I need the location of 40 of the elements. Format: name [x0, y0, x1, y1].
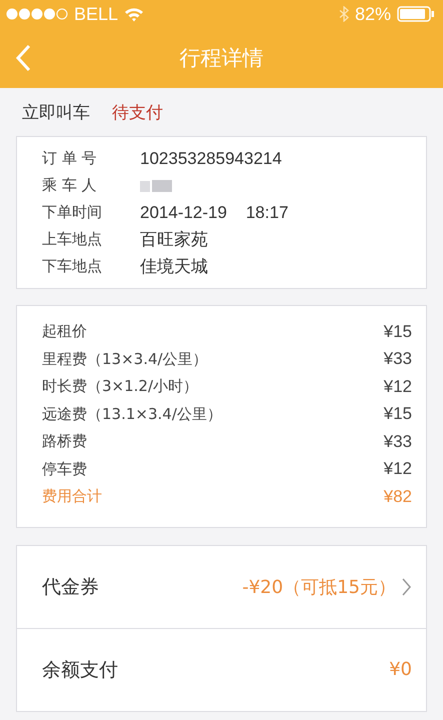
back-icon[interactable] [15, 44, 31, 72]
bluetooth-icon [338, 6, 349, 22]
info-value: 佳境天城 [140, 256, 208, 278]
info-label: 订 单 号 [42, 149, 98, 168]
fee-amount: ¥15 [384, 404, 412, 424]
fee-amount: ¥33 [384, 432, 412, 452]
fee-label: 停车费 [42, 460, 87, 479]
info-value: 百旺家苑 [140, 229, 208, 251]
fee-label: 费用合计 [42, 487, 102, 506]
info-label: 上车地点 [42, 230, 103, 249]
fee-amount: ¥12 [384, 376, 412, 397]
battery-icon [397, 6, 437, 22]
payment-row[interactable]: 代金券 -¥20（可抵15元） [17, 546, 426, 628]
info-label: 下单时间 [42, 203, 103, 222]
carrier-name: BELL [74, 4, 118, 24]
info-value: 102353285943214 [140, 148, 282, 168]
fee-label: 起租价 [42, 322, 87, 342]
order-status: 待支付 [112, 102, 163, 124]
fee-label: 路桥费 [42, 432, 87, 452]
redacted-mark [140, 178, 174, 194]
payment-label: 余额支付 [42, 658, 119, 682]
chevron-icon [402, 578, 412, 596]
fee-amount: ¥12 [384, 459, 412, 480]
payment-amount: ¥0 [389, 659, 412, 680]
fee-label: 时长费（3×1.2/小时） [42, 377, 198, 396]
info-label: 乘 车 人 [42, 176, 98, 195]
fee-amount: ¥82 [384, 486, 412, 507]
info-value: 2014-12-19 18:17 [140, 202, 288, 222]
fee-amount: ¥33 [384, 349, 412, 370]
fee-amount: ¥15 [384, 322, 412, 342]
fee-label: 里程费（13×3.4/公里） [42, 350, 208, 369]
page-title: 行程详情 [180, 45, 264, 72]
info-label: 下车地点 [42, 257, 103, 276]
battery-percentage: 82% [354, 4, 391, 24]
payment-amount: -¥20（可抵15元） [242, 576, 396, 598]
service-type: 立即叫车 [22, 102, 90, 124]
signal-icon [6, 8, 68, 20]
payment-label: 代金券 [42, 574, 100, 600]
wifi-icon [124, 6, 144, 22]
fee-label: 远途费（13.1×3.4/公里） [42, 404, 222, 424]
